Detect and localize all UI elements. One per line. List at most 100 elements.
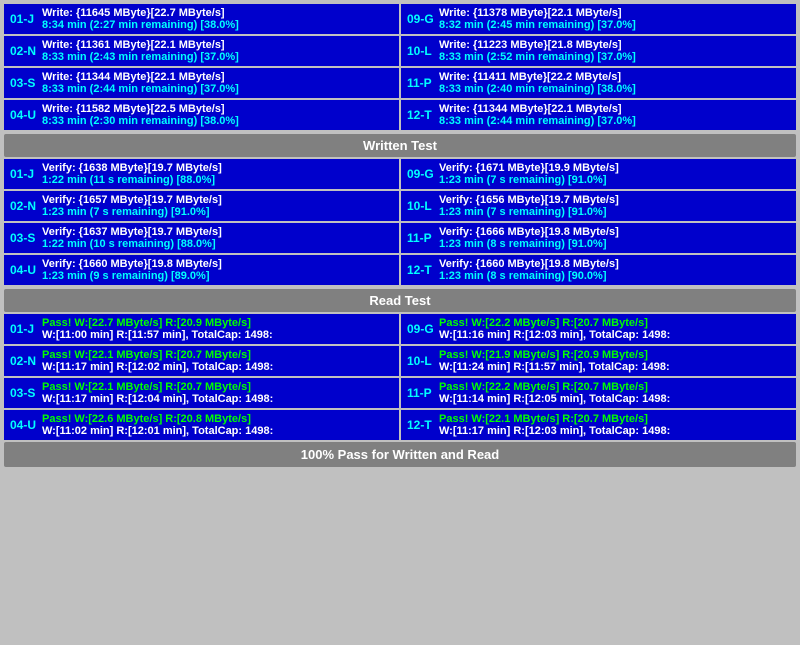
cell-line1: Verify: {1660 MByte}[19.8 MByte/s] [42,258,393,270]
cell-id: 10-L [407,354,435,368]
cell-line1: Verify: {1671 MByte}[19.9 MByte/s] [439,162,790,174]
cell-line1: Verify: {1656 MByte}[19.7 MByte/s] [439,194,790,206]
cell-line2: W:[11:00 min] R:[11:57 min], TotalCap: 1… [42,329,393,341]
cell-id: 09-G [407,167,435,181]
cell-id: 12-T [407,418,435,432]
right-column: 09-G Write: {11378 MByte}[22.1 MByte/s] 8:… [401,4,796,130]
cell-id: 11-P [407,231,435,245]
cell-line1: Write: {11344 MByte}[22.1 MByte/s] [439,103,790,115]
cell-line2: 1:22 min (10 s remaining) [88.0%] [42,238,393,250]
cell-id: 01-J [10,322,38,336]
cell-id: 11-P [407,76,435,90]
cell-line2: 8:33 min (2:44 min remaining) [37.0%] [439,115,790,127]
cell-id: 12-T [407,108,435,122]
cell-line1: Pass! W:[22.2 MByte/s] R:[20.7 MByte/s] [439,381,790,393]
left-column: 01-JWrite: {11645 MByte}[22.7 MByte/s]8:… [4,4,399,130]
cell-line2: W:[11:17 min] R:[12:02 min], TotalCap: 1… [42,361,393,373]
cell-line1: Pass! W:[22.1 MByte/s] R:[20.7 MByte/s] [42,381,393,393]
drive-cell-04-u: 04-U Pass! W:[22.6 MByte/s] R:[20.8 MByte… [4,410,399,440]
cell-line2: W:[11:17 min] R:[12:04 min], TotalCap: 1… [42,393,393,405]
cell-id: 09-G [407,322,435,336]
drive-cell-10-l: 10-LPass! W:[21.9 MByte/s] R:[20.9 MByte… [401,346,796,376]
cell-line2: 8:33 min (2:44 min remaining) [37.0%] [42,83,393,95]
cell-line1: Write: {11411 MByte}[22.2 MByte/s] [439,71,790,83]
cell-line2: 8:33 min (2:30 min remaining) [38.0%] [42,115,393,127]
cell-line2: 1:22 min (11 s remaining) [88.0%] [42,174,393,186]
cell-id: 02-N [10,354,38,368]
cell-line1: Write: {11223 MByte}[21.8 MByte/s] [439,39,790,51]
main-container: 01-JWrite: {11645 MByte}[22.7 MByte/s]8:… [0,0,800,471]
cell-line1: Pass! W:[22.6 MByte/s] R:[20.8 MByte/s] [42,413,393,425]
cell-id: 12-T [407,263,435,277]
cell-line2: W:[11:24 min] R:[11:57 min], TotalCap: 1… [439,361,790,373]
drive-cell-11-p: 11-P Write: {11411 MByte}[22.2 MByte/s]8:… [401,68,796,98]
cell-line1: Pass! W:[22.2 MByte/s] R:[20.7 MByte/s] [439,317,790,329]
cell-id: 10-L [407,199,435,213]
right-column: 09-G Pass! W:[22.2 MByte/s] R:[20.7 MByte… [401,314,796,440]
cell-line2: 1:23 min (7 s remaining) [91.0%] [42,206,393,218]
cell-line2: 1:23 min (9 s remaining) [89.0%] [42,270,393,282]
cell-line1: Write: {11378 MByte}[22.1 MByte/s] [439,7,790,19]
cell-id: 04-U [10,263,38,277]
left-column: 01-J Pass! W:[22.7 MByte/s] R:[20.9 MByte… [4,314,399,440]
cell-line1: Pass! W:[22.7 MByte/s] R:[20.9 MByte/s] [42,317,393,329]
cell-id: 03-S [10,386,38,400]
drive-cell-03-s: 03-S Pass! W:[22.1 MByte/s] R:[20.7 MByte… [4,378,399,408]
cell-line2: 8:33 min (2:40 min remaining) [38.0%] [439,83,790,95]
left-column: 01-JVerify: {1638 MByte}[19.7 MByte/s]1:… [4,159,399,285]
cell-line1: Write: {11645 MByte}[22.7 MByte/s] [42,7,393,19]
cell-id: 01-J [10,167,38,181]
drive-cell-01-j: 01-J Pass! W:[22.7 MByte/s] R:[20.9 MByte… [4,314,399,344]
drive-cell-09-g: 09-GWrite: {11378 MByte}[22.1 MByte/s]8:… [401,4,796,34]
drive-cell-02-n: 02-NVerify: {1657 MByte}[19.7 MByte/s]1:… [4,191,399,221]
cell-id: 03-S [10,231,38,245]
cell-line2: W:[11:14 min] R:[12:05 min], TotalCap: 1… [439,393,790,405]
cell-id: 03-S [10,76,38,90]
cell-line2: 8:33 min (2:52 min remaining) [37.0%] [439,51,790,63]
cell-line1: Verify: {1660 MByte}[19.8 MByte/s] [439,258,790,270]
drive-cell-09-g: 09-G Pass! W:[22.2 MByte/s] R:[20.7 MByte… [401,314,796,344]
cell-line1: Verify: {1637 MByte}[19.7 MByte/s] [42,226,393,238]
cell-id: 09-G [407,12,435,26]
cell-line1: Write: {11344 MByte}[22.1 MByte/s] [42,71,393,83]
cell-line1: Write: {11582 MByte}[22.5 MByte/s] [42,103,393,115]
drive-cell-10-l: 10-LWrite: {11223 MByte}[21.8 MByte/s]8:… [401,36,796,66]
cell-line2: W:[11:16 min] R:[12:03 min], TotalCap: 1… [439,329,790,341]
cell-line2: 1:23 min (8 s remaining) [90.0%] [439,270,790,282]
cell-line1: Verify: {1666 MByte}[19.8 MByte/s] [439,226,790,238]
right-column: 09-GVerify: {1671 MByte}[19.9 MByte/s]1:… [401,159,796,285]
drive-cell-12-t: 12-T Verify: {1660 MByte}[19.8 MByte/s]1:… [401,255,796,285]
final-label: 100% Pass for Written and Read [4,442,796,467]
cell-line2: 8:34 min (2:27 min remaining) [38.0%] [42,19,393,31]
cell-id: 11-P [407,386,435,400]
cell-line2: W:[11:17 min] R:[12:03 min], TotalCap: 1… [439,425,790,437]
drive-cell-02-n: 02-N Write: {11361 MByte}[22.1 MByte/s]8:… [4,36,399,66]
drive-cell-12-t: 12-T Pass! W:[22.1 MByte/s] R:[20.7 MByte… [401,410,796,440]
cell-id: 02-N [10,44,38,58]
drive-cell-11-p: 11-P Pass! W:[22.2 MByte/s] R:[20.7 MByte… [401,378,796,408]
cell-id: 04-U [10,418,38,432]
drive-cell-04-u: 04-U Verify: {1660 MByte}[19.8 MByte/s]1:… [4,255,399,285]
cell-line2: 1:23 min (8 s remaining) [91.0%] [439,238,790,250]
cell-line2: 1:23 min (7 s remaining) [91.0%] [439,206,790,218]
read-test-label: Read Test [4,289,796,312]
drive-cell-10-l: 10-L Verify: {1656 MByte}[19.7 MByte/s]1:… [401,191,796,221]
cell-line1: Write: {11361 MByte}[22.1 MByte/s] [42,39,393,51]
cell-id: 02-N [10,199,38,213]
cell-line2: 1:23 min (7 s remaining) [91.0%] [439,174,790,186]
drive-cell-03-s: 03-S Verify: {1637 MByte}[19.7 MByte/s]1:… [4,223,399,253]
cell-line2: 8:33 min (2:43 min remaining) [37.0%] [42,51,393,63]
write-section: 01-JWrite: {11645 MByte}[22.7 MByte/s]8:… [4,4,796,130]
cell-id: 01-J [10,12,38,26]
drive-cell-03-s: 03-S Write: {11344 MByte}[22.1 MByte/s]8:… [4,68,399,98]
cell-line2: W:[11:02 min] R:[12:01 min], TotalCap: 1… [42,425,393,437]
cell-line1: Pass! W:[22.1 MByte/s] R:[20.7 MByte/s] [439,413,790,425]
drive-cell-01-j: 01-J Verify: {1638 MByte}[19.7 MByte/s]1:… [4,159,399,189]
drive-cell-12-t: 12-T Write: {11344 MByte}[22.1 MByte/s]8:… [401,100,796,130]
cell-line1: Verify: {1638 MByte}[19.7 MByte/s] [42,162,393,174]
drive-cell-09-g: 09-G Verify: {1671 MByte}[19.9 MByte/s]1:… [401,159,796,189]
drive-cell-01-j: 01-J Write: {11645 MByte}[22.7 MByte/s]8:… [4,4,399,34]
drive-cell-04-u: 04-U Write: {11582 MByte}[22.5 MByte/s]8:… [4,100,399,130]
drive-cell-11-p: 11-P Verify: {1666 MByte}[19.8 MByte/s]1:… [401,223,796,253]
cell-id: 04-U [10,108,38,122]
